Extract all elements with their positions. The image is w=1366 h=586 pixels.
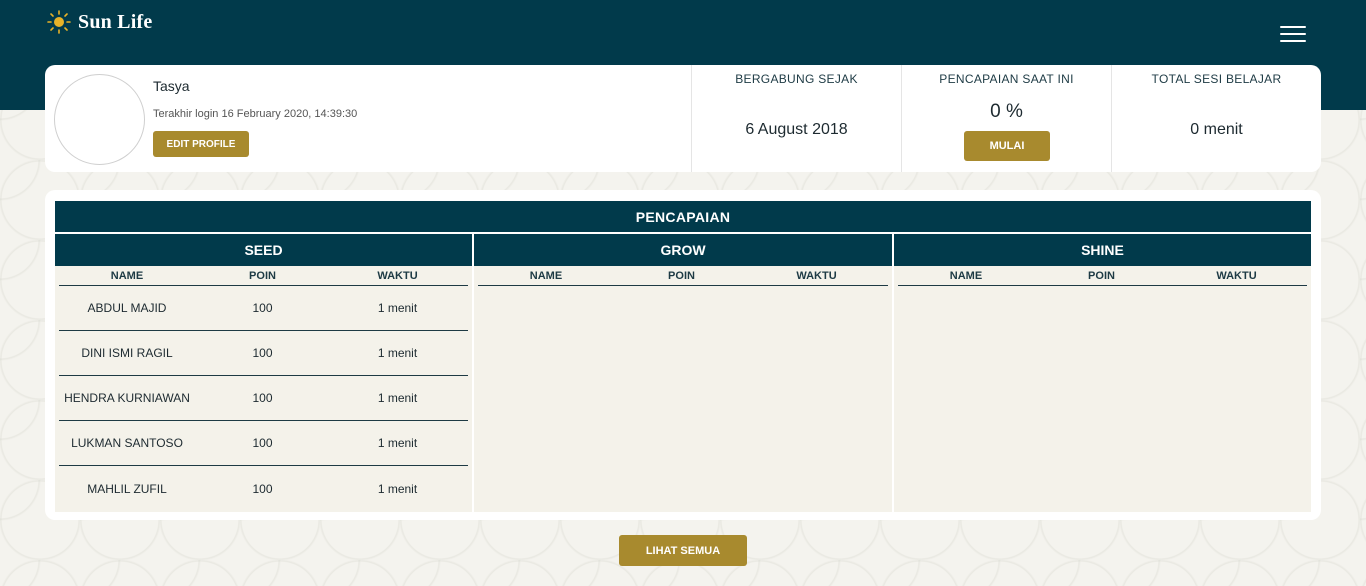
total-sessions-value: 0 menit: [1190, 121, 1243, 138]
avatar[interactable]: [54, 74, 145, 165]
row-name: DINI ISMI RAGIL: [81, 346, 173, 360]
user-name: Tasya: [153, 78, 190, 94]
shine-header: SHINE: [894, 234, 1311, 266]
joined-since-label: BERGABUNG SEJAK: [735, 72, 858, 86]
row-poin: 100: [252, 391, 273, 405]
col-waktu-header: WAKTU: [377, 269, 418, 282]
brand-name: Sun Life: [78, 10, 153, 33]
joined-since-stat: BERGABUNG SEJAK 6 August 2018: [691, 65, 901, 172]
seed-table-body: ABDUL MAJID 100 1 menit DINI ISMI RAGIL …: [55, 286, 472, 511]
total-sessions-stat: TOTAL SESI BELAJAR 0 menit: [1111, 65, 1321, 172]
shine-column: SHINE NAME POIN WAKTU: [894, 234, 1311, 512]
col-poin-header: POIN: [668, 269, 695, 282]
edit-profile-button[interactable]: EDIT PROFILE: [153, 131, 249, 157]
current-achievement-value: 0 %: [990, 101, 1023, 122]
table-row: ABDUL MAJID 100 1 menit: [59, 286, 468, 331]
seed-header: SEED: [55, 234, 472, 266]
profile-card: Tasya Terakhir login 16 February 2020, 1…: [45, 65, 1321, 172]
row-name: LUKMAN SANTOSO: [71, 436, 183, 450]
row-name: ABDUL MAJID: [87, 301, 167, 315]
row-poin: 100: [252, 346, 273, 360]
seed-table-header: NAME POIN WAKTU: [59, 266, 468, 286]
table-row: MAHLIL ZUFIL 100 1 menit: [59, 466, 468, 511]
row-name: HENDRA KURNIAWAN: [64, 391, 190, 405]
row-waktu: 1 menit: [377, 436, 418, 450]
total-sessions-label: TOTAL SESI BELAJAR: [1151, 72, 1282, 86]
col-poin-header: POIN: [1088, 269, 1115, 282]
hamburger-menu-icon[interactable]: [1280, 26, 1306, 42]
row-poin: 100: [252, 436, 273, 450]
row-waktu: 1 menit: [377, 346, 418, 360]
col-waktu-header: WAKTU: [796, 269, 837, 282]
table-row: LUKMAN SANTOSO 100 1 menit: [59, 421, 468, 466]
sun-life-logo[interactable]: Sun Life: [46, 8, 152, 36]
row-waktu: 1 menit: [377, 391, 418, 405]
joined-since-value: 6 August 2018: [745, 121, 848, 138]
col-name-header: NAME: [949, 269, 983, 282]
grow-table-header: NAME POIN WAKTU: [478, 266, 888, 286]
achievements-card: PENCAPAIAN SEED NAME POIN WAKTU ABDUL MA…: [45, 190, 1321, 520]
view-all-button[interactable]: LIHAT SEMUA: [619, 535, 747, 566]
achievements-title: PENCAPAIAN: [55, 201, 1311, 232]
seed-column: SEED NAME POIN WAKTU ABDUL MAJID 100 1 m…: [55, 234, 472, 512]
current-achievement-stat: PENCAPAIAN SAAT INI 0 % MULAI: [901, 65, 1111, 172]
col-name-header: NAME: [110, 269, 144, 282]
table-row: DINI ISMI RAGIL 100 1 menit: [59, 331, 468, 376]
grow-column: GROW NAME POIN WAKTU: [474, 234, 892, 512]
row-poin: 100: [252, 301, 273, 315]
grow-header: GROW: [474, 234, 892, 266]
shine-table-header: NAME POIN WAKTU: [898, 266, 1307, 286]
current-achievement-label: PENCAPAIAN SAAT INI: [939, 72, 1074, 86]
col-name-header: NAME: [529, 269, 563, 282]
row-name: MAHLIL ZUFIL: [87, 481, 167, 496]
sun-logo-icon: [47, 10, 71, 34]
row-waktu: 1 menit: [377, 481, 418, 496]
col-poin-header: POIN: [249, 269, 276, 282]
table-row: HENDRA KURNIAWAN 100 1 menit: [59, 376, 468, 421]
row-poin: 100: [252, 481, 273, 496]
start-button[interactable]: MULAI: [964, 131, 1050, 161]
row-waktu: 1 menit: [377, 301, 418, 315]
last-login-text: Terakhir login 16 February 2020, 14:39:3…: [153, 108, 358, 120]
col-waktu-header: WAKTU: [1216, 269, 1257, 282]
